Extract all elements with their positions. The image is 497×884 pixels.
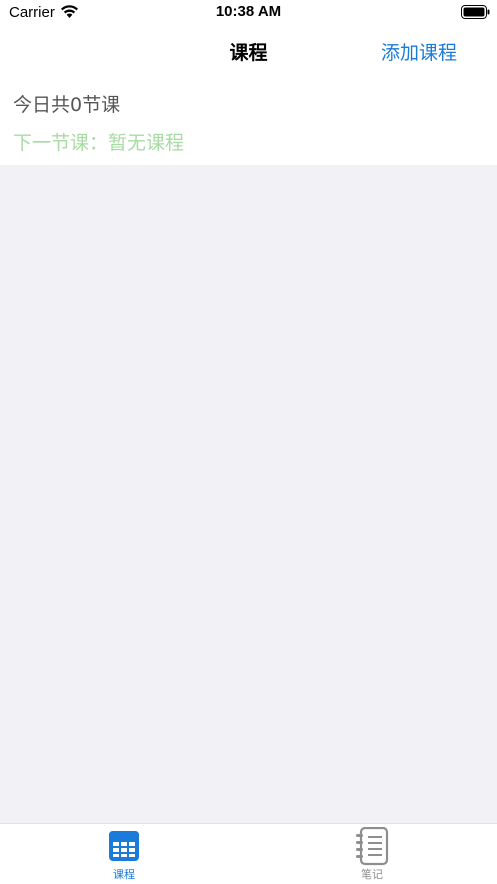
tab-notes[interactable]: 笔记 xyxy=(248,824,496,884)
navigation-bar: 课程 添加课程 xyxy=(0,28,497,73)
notebook-icon xyxy=(356,827,389,866)
status-bar: Carrier 10:38 AM xyxy=(0,0,497,28)
add-course-button[interactable]: 添加课程 xyxy=(381,38,457,65)
tab-courses-label: 课程 xyxy=(113,868,135,881)
tab-bar: 课程 笔记 xyxy=(0,823,497,883)
course-summary: 今日共0节课 下一节课：暂无课程 xyxy=(0,73,497,165)
next-class-info: 下一节课：暂无课程 xyxy=(13,132,185,154)
status-time: 10:38 AM xyxy=(215,3,282,20)
today-course-count: 今日共0节课 xyxy=(13,94,121,116)
calendar-grid-icon xyxy=(109,831,139,861)
course-list-area xyxy=(0,165,497,823)
tab-notes-label: 笔记 xyxy=(361,868,383,881)
battery-icon xyxy=(461,5,490,19)
tab-courses[interactable]: 课程 xyxy=(0,824,248,884)
